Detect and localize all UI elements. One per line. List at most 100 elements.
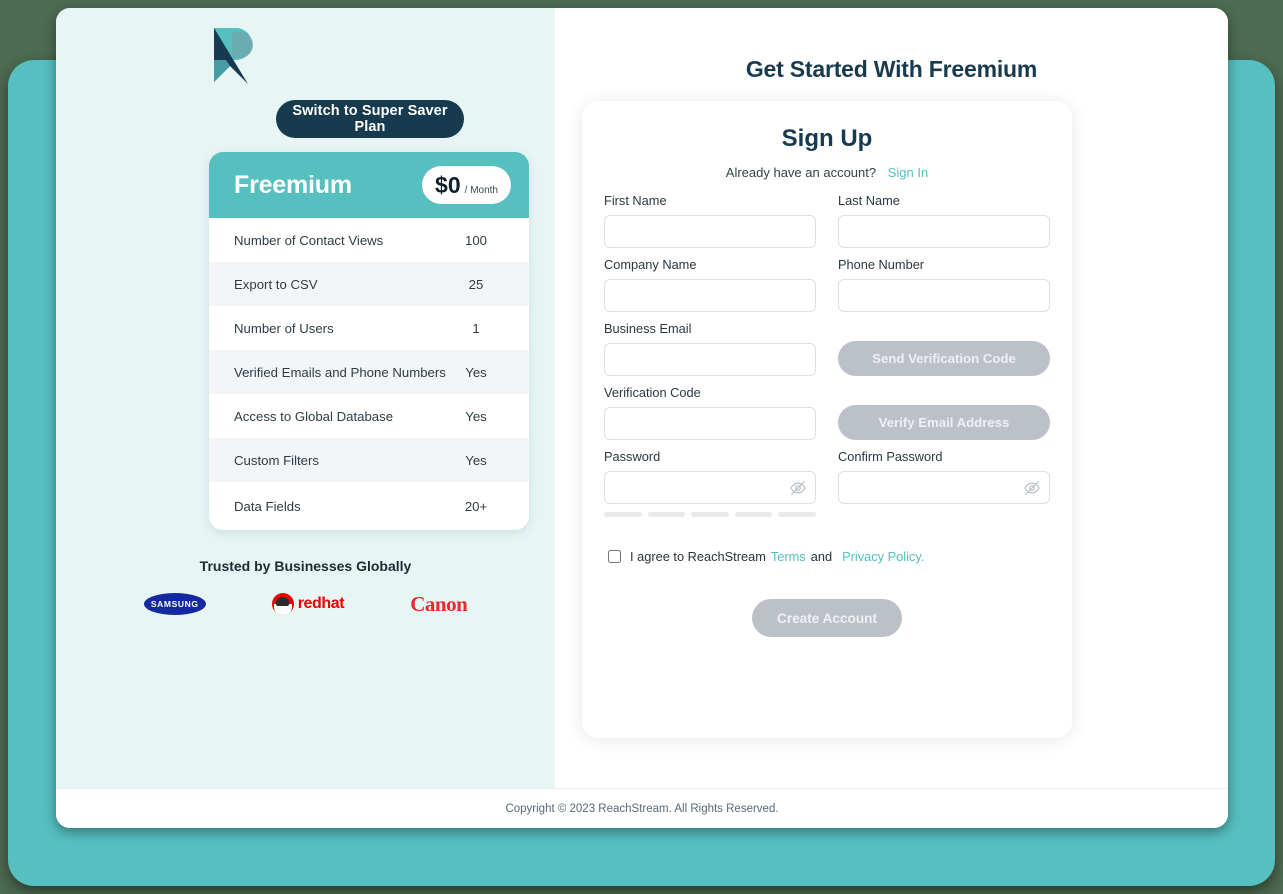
copyright-text: Copyright © 2023 ReachStream. All Rights… [505,803,779,815]
left-plan-panel: Switch to Super Saver Plan Freemium $0 /… [56,8,555,788]
feature-value: 25 [468,276,484,292]
client-logos: SAMSUNG redhat Canon [56,590,555,618]
last-name-field-group: Last Name [838,193,1050,248]
trusted-heading: Trusted by Businesses Globally [199,558,412,574]
signup-heading: Sign Up [781,125,873,152]
plan-price-badge: $0 / Month [422,166,511,204]
grid-spacer [604,314,1050,321]
grid-spacer [604,442,1050,449]
password-strength-segment [647,512,686,517]
first-name-input[interactable] [604,215,816,248]
password-strength-segment [734,512,773,517]
first-name-label: First Name [604,193,667,208]
password-strength-segment [778,512,816,517]
feature-value: Yes [465,408,487,424]
send-verification-code-button[interactable]: Send Verification Code [838,341,1050,376]
app-window-card: Switch to Super Saver Plan Freemium $0 /… [56,8,1228,828]
plan-card-header: Freemium $0 / Month [209,152,529,218]
confirm-password-input-wrap [838,471,1050,504]
terms-link[interactable]: Terms [771,549,806,564]
terms-agreement-checkbox[interactable] [608,550,621,563]
last-name-input[interactable] [838,215,1050,248]
feature-value: 100 [464,232,487,248]
terms-text-before: I agree to ReachStream [630,549,766,564]
grid-spacer [604,378,1050,385]
password-strength-segment [604,512,642,517]
eye-off-icon[interactable] [789,479,807,497]
canon-logo-label: Canon [410,591,468,616]
plan-feature-list: Number of Contact Views 100 Export to CS… [209,218,529,530]
terms-agreement-row: I agree to ReachStream Terms and Privacy… [604,549,1050,564]
password-strength-meter [604,512,816,517]
feature-value: 1 [472,320,480,336]
plan-name: Freemium [234,170,352,199]
plan-card: Freemium $0 / Month Number of Contact Vi… [209,152,529,530]
feature-value: 20+ [464,498,488,514]
password-strength-segment [691,512,729,517]
password-input[interactable] [604,471,816,504]
phone-number-field-group: Phone Number [838,257,1050,312]
feature-value: Yes [465,364,487,380]
privacy-policy-link[interactable]: Privacy Policy. [842,549,924,564]
verification-code-input[interactable] [604,407,816,440]
password-label: Password [604,449,661,464]
plan-price-amount: $0 [435,172,461,198]
company-name-field-group: Company Name [604,257,816,312]
eye-off-icon[interactable] [1023,479,1041,497]
table-row: Export to CSV 25 [209,262,529,306]
feature-label: Data Fields [234,498,301,514]
table-row: Number of Contact Views 100 [209,218,529,262]
samsung-logo-icon: SAMSUNG [143,590,206,618]
redhat-logo-label: redhat [297,595,345,612]
company-name-input[interactable] [604,279,816,312]
feature-label: Custom Filters [234,452,319,468]
signup-form-card: Sign Up Already have an account? Sign In… [582,101,1072,738]
grid-spacer [604,250,1050,257]
plan-price-period: / Month [464,185,498,196]
redhat-logo-icon: redhat [271,590,345,618]
verification-code-field-group: Verification Code [604,385,816,440]
sign-in-link[interactable]: Sign In [888,165,928,180]
screenshot-root: Switch to Super Saver Plan Freemium $0 /… [0,0,1283,894]
password-field-group: Password [604,449,816,504]
business-email-field-group: Business Email [604,321,816,376]
confirm-password-label: Confirm Password [838,449,943,464]
verify-email-address-button[interactable]: Verify Email Address [838,405,1050,440]
business-email-label: Business Email [604,321,692,336]
feature-label: Verified Emails and Phone Numbers [234,364,446,380]
password-input-wrap [604,471,816,504]
phone-number-input[interactable] [838,279,1050,312]
table-row: Data Fields 20+ [209,482,529,530]
feature-label: Access to Global Database [234,408,394,424]
create-account-wrap: Create Account [604,599,1050,637]
verify-email-address-group: Verify Email Address [838,405,1050,440]
switch-to-super-saver-plan-button[interactable]: Switch to Super Saver Plan [276,100,464,138]
canon-logo-icon: Canon [410,590,468,618]
company-name-label: Company Name [604,257,697,272]
table-row: Access to Global Database Yes [209,394,529,438]
app-body: Switch to Super Saver Plan Freemium $0 /… [56,8,1228,788]
table-row: Custom Filters Yes [209,438,529,482]
confirm-password-field-group: Confirm Password [838,449,1050,504]
already-have-account-text: Already have an account? [725,165,877,180]
confirm-password-input[interactable] [838,471,1050,504]
business-email-input[interactable] [604,343,816,376]
feature-label: Number of Users [234,320,334,336]
create-account-button[interactable]: Create Account [752,599,902,637]
page-title: Get Started With Freemium [745,56,1038,82]
table-row: Number of Users 1 [209,306,529,350]
phone-number-label: Phone Number [838,257,925,272]
reachstream-r-logo-icon [208,26,254,86]
first-name-field-group: First Name [604,193,816,248]
redhat-hat-mark [271,593,294,615]
samsung-logo-label: SAMSUNG [150,599,199,609]
feature-value: Yes [465,452,487,468]
feature-label: Number of Contact Views [234,232,384,248]
table-row: Verified Emails and Phone Numbers Yes [209,350,529,394]
send-verification-code-group: Send Verification Code [838,341,1050,376]
feature-label: Export to CSV [234,276,318,292]
footer: Copyright © 2023 ReachStream. All Rights… [56,788,1228,828]
already-have-account-row: Already have an account? Sign In [604,165,1050,180]
signup-form-grid: First Name Last Name Company Name Phone … [604,193,1050,517]
terms-conjunction: and [810,549,833,564]
